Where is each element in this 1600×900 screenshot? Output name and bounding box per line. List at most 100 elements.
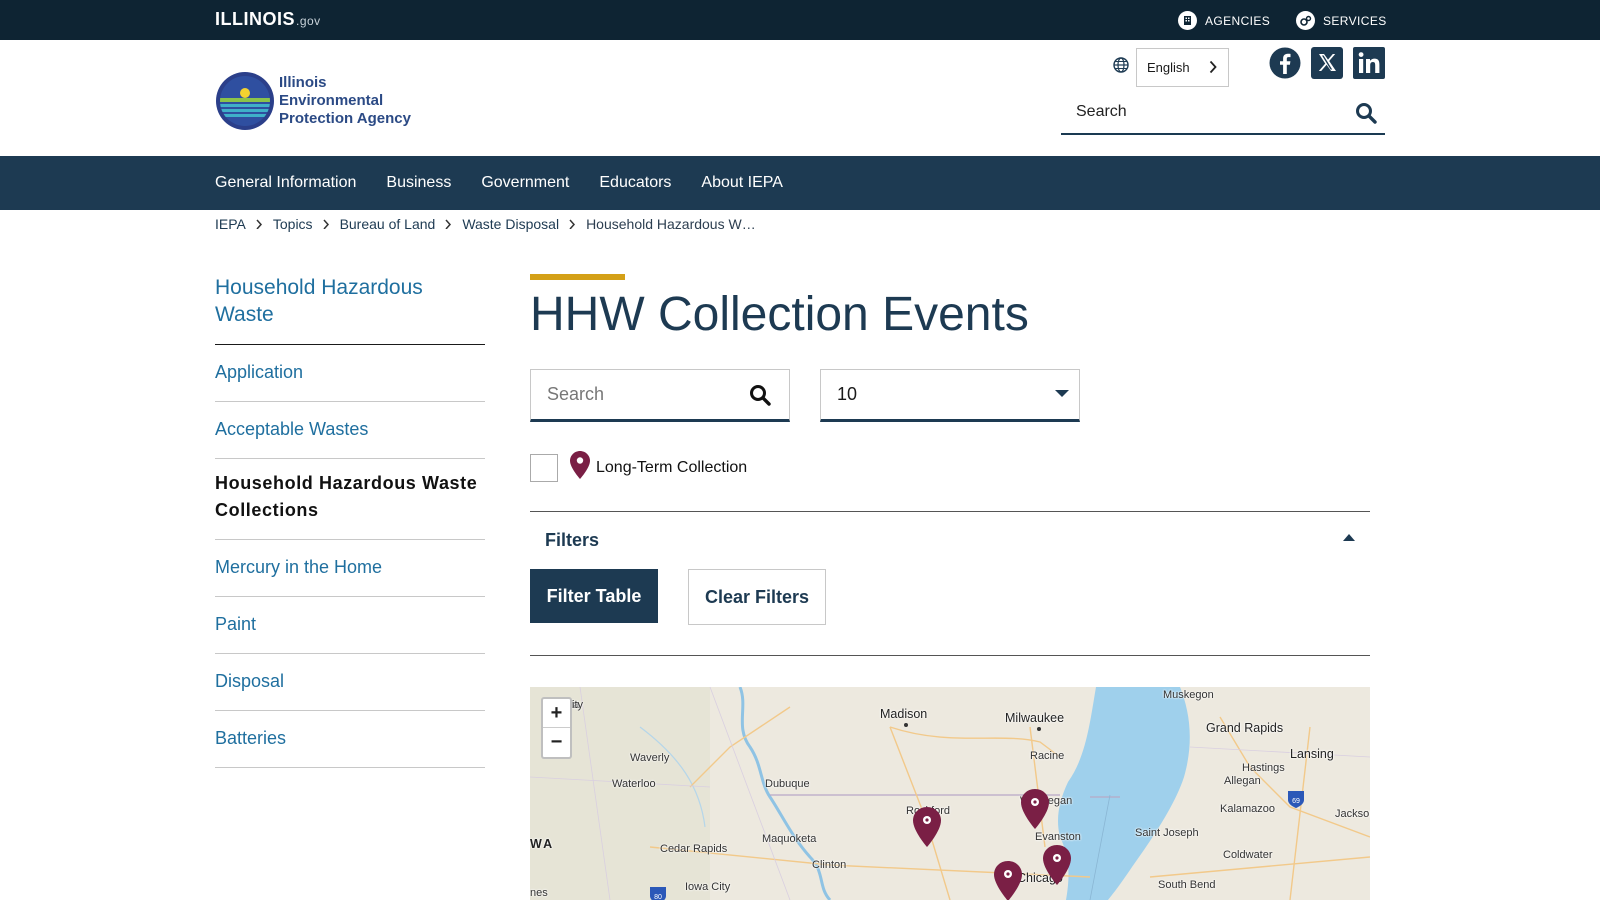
sidebar-item-mercury[interactable]: Mercury in the Home	[215, 540, 485, 597]
services-label: SERVICES	[1323, 13, 1387, 28]
page-title: HHW Collection Events	[530, 288, 1029, 341]
sidebar-item-application[interactable]: Application	[215, 345, 485, 402]
linkedin-icon[interactable]	[1353, 47, 1385, 79]
nav-educators[interactable]: Educators	[599, 156, 671, 210]
long-term-collection-checkbox[interactable]	[530, 453, 558, 482]
nav-government[interactable]: Government	[481, 156, 569, 210]
map-label-evanston: Evanston	[1035, 831, 1081, 843]
map-marker-north-chicago[interactable]	[1042, 845, 1072, 885]
map-label-muskegon: Muskegon	[1163, 689, 1214, 701]
map-label-grand-rapids: Grand Rapids	[1206, 721, 1284, 735]
language-select[interactable]: English	[1136, 48, 1229, 87]
breadcrumb-iepa[interactable]: IEPA	[215, 216, 246, 232]
filters-panel: Filters Filter Table Clear Filters	[530, 511, 1370, 656]
filters-toggle[interactable]: Filters	[545, 530, 599, 551]
top-utility-bar: ILLINOIS.gov AGENCIES SERVICES	[0, 0, 1600, 40]
main-navigation: General Information Business Government …	[0, 156, 1600, 210]
nav-general-information[interactable]: General Information	[215, 156, 356, 210]
map-marker-waukegan[interactable]	[1020, 789, 1050, 829]
breadcrumb: IEPA Topics Bureau of Land Waste Disposa…	[215, 216, 756, 232]
site-search-input[interactable]	[1061, 94, 1331, 130]
map-zoom-control: + −	[541, 697, 572, 759]
chevron-right-icon	[445, 219, 452, 229]
map-label-south-bend: South Bend	[1158, 879, 1216, 891]
map-label-madison: Madison	[880, 707, 928, 721]
map-label-iowa-city: Iowa City	[685, 881, 731, 893]
filter-table-button[interactable]: Filter Table	[530, 569, 658, 623]
agencies-link[interactable]: AGENCIES	[1178, 11, 1270, 30]
long-term-collection-toggle: Long-Term Collection	[530, 451, 747, 484]
table-search-input[interactable]	[531, 370, 731, 418]
sidebar-item-paint[interactable]: Paint	[215, 597, 485, 654]
map-dot-milwaukee	[1037, 727, 1041, 731]
map-base-layer: 69 80	[530, 687, 1370, 900]
long-term-collection-label: Long-Term Collection	[596, 458, 748, 476]
sidebar-item-acceptable-wastes[interactable]: Acceptable Wastes	[215, 402, 485, 459]
map-pin-icon	[570, 451, 590, 484]
illinois-gov-logo[interactable]: ILLINOIS.gov	[215, 9, 321, 30]
map-label-ity: ity	[572, 699, 583, 711]
map-label-nes: nes	[530, 887, 548, 899]
map-label-iowa-state: WA	[530, 837, 555, 851]
map-marker-rockford[interactable]	[912, 807, 942, 847]
chevron-right-icon	[569, 219, 576, 229]
zoom-out-button[interactable]: −	[543, 728, 570, 757]
nav-about-iepa[interactable]: About IEPA	[701, 156, 783, 210]
clear-filters-button[interactable]: Clear Filters	[688, 569, 826, 625]
gears-icon	[1296, 11, 1315, 30]
language-value: English	[1147, 60, 1190, 75]
search-icon[interactable]	[1355, 102, 1377, 129]
agencies-label: AGENCIES	[1205, 13, 1271, 28]
search-icon[interactable]	[749, 384, 771, 411]
illinois-logo-suffix: .gov	[296, 14, 321, 28]
illinois-logo-text: ILLINOIS	[215, 9, 295, 29]
map-label-clinton: Clinton	[812, 859, 847, 871]
map-label-kalamazoo: Kalamazoo	[1220, 803, 1276, 815]
table-search	[530, 369, 790, 422]
iepa-logo[interactable]: Illinois Environmental Protection Agency	[215, 71, 429, 131]
title-accent-bar	[530, 274, 625, 280]
map-label-saint-joseph: Saint Joseph	[1135, 827, 1199, 839]
agency-name: Illinois Environmental Protection Agency	[279, 74, 411, 127]
caret-up-icon[interactable]	[1343, 534, 1355, 541]
interstate-80-shield: 80	[650, 887, 666, 900]
section-sidebar: Household Hazardous Waste Application Ac…	[215, 274, 485, 768]
map-label-milwaukee: Milwaukee	[1005, 711, 1065, 725]
map-label-lansing: Lansing	[1290, 747, 1334, 761]
breadcrumb-bureau-of-land[interactable]: Bureau of Land	[340, 216, 436, 232]
map-label-dubuque: Dubuque	[765, 778, 810, 790]
services-link[interactable]: SERVICES	[1296, 11, 1387, 30]
facebook-icon[interactable]	[1269, 47, 1301, 79]
map-label-cedar-rapids: Cedar Rapids	[660, 843, 728, 855]
map-label-racine: Racine	[1030, 750, 1065, 762]
map-label-waterloo: Waterloo	[612, 778, 656, 790]
site-search	[1061, 94, 1385, 135]
zoom-in-button[interactable]: +	[543, 699, 570, 728]
map-dot-madison	[904, 723, 908, 727]
breadcrumb-topics[interactable]: Topics	[273, 216, 313, 232]
map-label-jackson: Jackson	[1335, 808, 1370, 820]
chevron-right-icon	[1209, 60, 1217, 77]
breadcrumb-waste-disposal[interactable]: Waste Disposal	[462, 216, 559, 232]
sidebar-item-hhw-collections[interactable]: Household Hazardous Waste Collections	[215, 459, 485, 540]
map-marker-chicago[interactable]	[993, 861, 1023, 900]
caret-down-icon	[1055, 390, 1069, 397]
nav-business[interactable]: Business	[386, 156, 451, 210]
svg-text:69: 69	[1292, 798, 1300, 805]
breadcrumb-current: Household Hazardous W…	[586, 216, 756, 232]
collection-events-map[interactable]: 69 80 Ma ity Madison Milwaukee Muskegon …	[530, 687, 1370, 900]
sidebar-item-batteries[interactable]: Batteries	[215, 711, 485, 768]
map-label-hastings: Hastings	[1242, 762, 1285, 774]
sidebar-item-disposal[interactable]: Disposal	[215, 654, 485, 711]
map-label-waverly: Waverly	[630, 752, 670, 764]
page-size-value: 10	[837, 384, 858, 404]
building-icon	[1178, 11, 1197, 30]
x-twitter-icon[interactable]	[1311, 47, 1343, 79]
chevron-right-icon	[256, 219, 262, 229]
page-size-select[interactable]: 10	[820, 369, 1080, 422]
svg-text:80: 80	[654, 894, 662, 900]
map-label-allegan: Allegan	[1224, 775, 1261, 787]
iepa-seal-icon	[216, 72, 274, 130]
chevron-right-icon	[323, 219, 329, 229]
sidebar-title[interactable]: Household Hazardous Waste	[215, 274, 485, 345]
